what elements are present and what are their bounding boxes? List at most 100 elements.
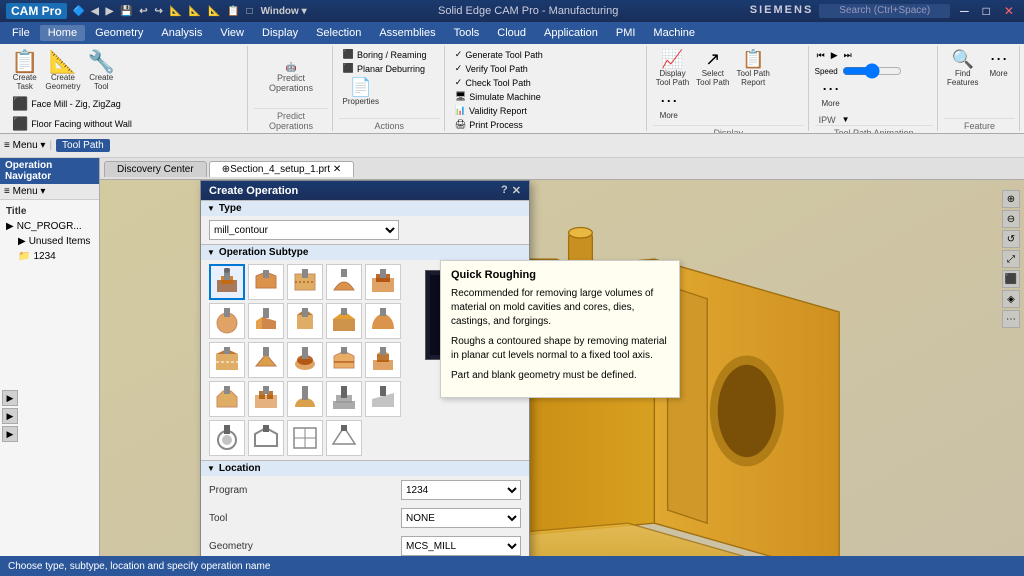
floor-facing-button[interactable]: ⬛Floor Facing without Wall [8, 115, 136, 133]
geometry-select[interactable]: MCS_MILL [401, 536, 521, 556]
nc-program-label: NC_PROGR... [17, 221, 82, 232]
subtype-icon-19[interactable] [365, 381, 401, 417]
search-box[interactable]: Search (Ctrl+Space) [819, 4, 950, 18]
menu-toggle[interactable]: ≡ Menu ▾ [4, 140, 45, 151]
toolpath-report-button[interactable]: 📋 Tool PathReport [734, 48, 773, 89]
menu-application[interactable]: Application [536, 25, 606, 41]
menu-assemblies[interactable]: Assemblies [371, 25, 443, 41]
subtype-icon-1[interactable] [248, 264, 284, 300]
subtype-icon-18[interactable] [326, 381, 362, 417]
close-button[interactable]: ✕ [1000, 4, 1018, 18]
create-tool-button[interactable]: 🔧 CreateTool [85, 48, 118, 94]
side-icon-3[interactable]: ▶ [2, 426, 18, 442]
subtype-icon-16[interactable] [248, 381, 284, 417]
face-mill-button[interactable]: ⬛Face Mill - Zig, ZigZag [8, 95, 136, 113]
find-features-button[interactable]: 🔍 FindFeatures [944, 48, 982, 89]
subtype-icon-21[interactable] [248, 420, 284, 456]
simulate-machine-button[interactable]: 🖥 Simulate Machine [451, 90, 545, 103]
side-icon-1[interactable]: ▶ [2, 390, 18, 406]
menu-analysis[interactable]: Analysis [153, 25, 210, 41]
nav-icon-5[interactable]: ⬛ [1002, 270, 1020, 288]
dialog-close-button[interactable]: ✕ [512, 184, 521, 197]
menu-machine[interactable]: Machine [645, 25, 703, 41]
menu-file[interactable]: File [4, 25, 38, 41]
menu-geometry[interactable]: Geometry [87, 25, 151, 41]
tool-path-toggle[interactable]: Tool Path [56, 139, 110, 152]
op-nav-title: Operation Navigator [0, 158, 99, 184]
title-right-controls: SIEMENS Search (Ctrl+Space) ─ □ ✕ [750, 4, 1018, 18]
tree-item-1234[interactable]: 📁 1234 [2, 249, 97, 264]
validity-report-button[interactable]: 📊 Validity Report [451, 104, 531, 117]
subtype-svg-6 [252, 307, 280, 335]
tooltip-para1: Recommended for removing large volumes o… [451, 287, 669, 329]
subtype-icon-6[interactable] [248, 303, 284, 339]
print-process-button[interactable]: 🖨 Print Process [451, 118, 527, 131]
menu-selection[interactable]: Selection [308, 25, 369, 41]
next-btn[interactable]: ⏭ [842, 48, 854, 63]
menu-home[interactable]: Home [40, 25, 85, 41]
nav-icon-2[interactable]: ⊖ [1002, 210, 1020, 228]
create-task-button[interactable]: 📋 CreateTask [8, 48, 41, 94]
subtype-icon-22[interactable] [287, 420, 323, 456]
menu-tools[interactable]: Tools [446, 25, 488, 41]
prev-btn[interactable]: ⏮ [815, 48, 827, 63]
subtype-icon-8[interactable] [326, 303, 362, 339]
minimize-button[interactable]: ─ [956, 4, 973, 18]
nav-icon-6[interactable]: ◈ [1002, 290, 1020, 308]
nav-icon-3[interactable]: ↺ [1002, 230, 1020, 248]
more-feature-button[interactable]: ⋯ More [983, 48, 1015, 81]
subtype-icon-23[interactable] [326, 420, 362, 456]
discovery-tab-label: Discovery Center [117, 164, 194, 175]
side-icon-2[interactable]: ▶ [2, 408, 18, 424]
subtype-icon-17[interactable] [287, 381, 323, 417]
menu-cloud[interactable]: Cloud [489, 25, 534, 41]
subtype-icon-10[interactable] [209, 342, 245, 378]
menu-display[interactable]: Display [254, 25, 306, 41]
subtype-icon-7[interactable] [287, 303, 323, 339]
predict-ops-button[interactable]: 🤖PredictOperations [254, 46, 327, 108]
select-toolpath-button[interactable]: ↗ SelectTool Path [693, 48, 732, 89]
subtype-icon-14[interactable] [365, 342, 401, 378]
planar-deburring-button[interactable]: ⬛Planar Deburring [339, 62, 429, 75]
verify-toolpath-button[interactable]: ✓ Verify Tool Path [451, 62, 532, 75]
subtype-icon-9[interactable] [365, 303, 401, 339]
display-toolpath-button[interactable]: 📈 DisplayTool Path [653, 48, 692, 89]
subtype-icon-3[interactable] [326, 264, 362, 300]
subtype-icon-20[interactable] [209, 420, 245, 456]
boring-reaming-button[interactable]: ⬛Boring / Reaming [339, 48, 431, 61]
subtype-icon-5[interactable] [209, 303, 245, 339]
more-animation-button[interactable]: ⋯ More [815, 78, 847, 111]
subtype-icon-4[interactable] [365, 264, 401, 300]
subtype-icon-11[interactable] [248, 342, 284, 378]
tree-item-unused[interactable]: ▶ Unused Items [2, 234, 97, 249]
nav-icon-7[interactable]: ⋯ [1002, 310, 1020, 328]
create-geometry-button[interactable]: 📐 CreateGeometry [42, 48, 83, 94]
type-select[interactable]: mill_contour [209, 220, 399, 240]
window-menu[interactable]: Window ▾ [261, 6, 307, 17]
menu-view[interactable]: View [212, 25, 252, 41]
maximize-button[interactable]: □ [979, 4, 994, 18]
nav-icon-4[interactable]: ⤢ [1002, 250, 1020, 268]
check-toolpath-button[interactable]: ✓ Check Tool Path [451, 76, 535, 89]
subtype-icon-2[interactable] [287, 264, 323, 300]
program-select[interactable]: 1234 [401, 480, 521, 500]
tab-section4[interactable]: ⊕Section_4_setup_1.prt ✕ [209, 161, 355, 177]
op-nav-menu[interactable]: ≡ Menu ▾ [0, 184, 99, 200]
subtype-icon-12[interactable] [287, 342, 323, 378]
speed-slider[interactable] [842, 65, 902, 77]
play-btn[interactable]: ▶ [829, 48, 840, 63]
create-task-icon: 📋 [11, 50, 38, 74]
subtype-icon-13[interactable] [326, 342, 362, 378]
tab-discovery[interactable]: Discovery Center [104, 161, 207, 177]
properties-button[interactable]: 📄 Properties [339, 76, 383, 109]
more-display-button[interactable]: ⋯ More [653, 90, 685, 123]
dialog-help-button[interactable]: ? [501, 184, 508, 197]
menu-pmi[interactable]: PMI [608, 25, 644, 41]
validity-icon: 📊 [455, 105, 466, 116]
tool-select[interactable]: NONE [401, 508, 521, 528]
nav-icon-1[interactable]: ⊕ [1002, 190, 1020, 208]
generate-toolpath-button[interactable]: ✓ Generate Tool Path [451, 48, 547, 61]
subtype-icon-0[interactable] [209, 264, 245, 300]
tree-item-nc-program[interactable]: ▶ NC_PROGR... [2, 219, 97, 234]
subtype-icon-15[interactable] [209, 381, 245, 417]
